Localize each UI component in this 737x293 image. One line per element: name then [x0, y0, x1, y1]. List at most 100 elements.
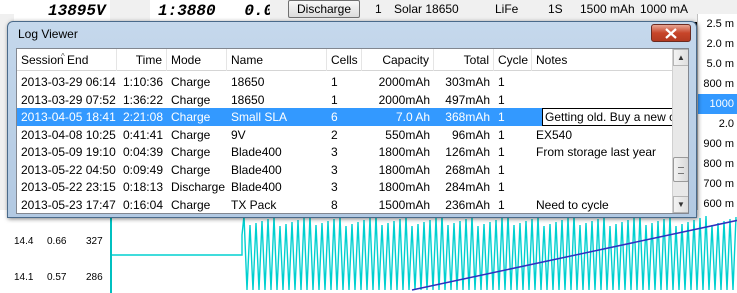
- col-session-end-cell: 2013-05-23 17:47: [21, 197, 116, 212]
- col-cells-cell: 1: [331, 75, 338, 89]
- table-row[interactable]: 2013-04-05 18:41 2:21:08 Charge Small SLA 6 7…: [17, 108, 674, 126]
- title-bar[interactable]: Log Viewer: [8, 22, 696, 47]
- header-time[interactable]: Time: [117, 49, 167, 71]
- log-viewer-dialog: Log Viewer Session End ^ Time Mode Name Cells…: [7, 21, 697, 218]
- table-row[interactable]: 2013-03-29 07:52 1:36:22 Charge 18650 1 2000m…: [17, 91, 674, 109]
- close-button[interactable]: [651, 24, 691, 42]
- current-option[interactable]: 900 m: [698, 134, 737, 154]
- col-cells-cell: 6: [331, 110, 338, 124]
- notes-edit-field[interactable]: Getting old. Buy a new one: [542, 108, 674, 126]
- col-notes-cell: From storage last year: [536, 145, 657, 159]
- table-row[interactable]: 2013-03-29 06:14 1:10:36 Charge 18650 1 2000m…: [17, 73, 674, 91]
- header-label: Capacity: [382, 53, 429, 67]
- col-capacity-cell: 2000mAh: [378, 75, 430, 89]
- header-capacity[interactable]: Capacity: [362, 49, 434, 71]
- col-capacity-cell: 2000mAh: [378, 92, 430, 107]
- profile-name: Solar 18650: [394, 2, 459, 16]
- table-row[interactable]: 2013-05-22 04:50 0:09:49 Charge Blade400 3 18…: [17, 161, 674, 179]
- axis-label-capacity-top: 327: [86, 236, 103, 247]
- col-notes-cell: [532, 178, 674, 196]
- voltage-readout: 13895V: [0, 0, 110, 22]
- col-cells-cell: 3: [331, 145, 338, 159]
- col-capacity-cell: 1800mAh: [378, 145, 430, 159]
- current-list[interactable]: 2.5 m 2.0 m 5.0 m 800 m 1000 m 2.0 900 m 800 m7…: [697, 14, 737, 250]
- header-label: Total: [463, 53, 489, 67]
- col-cycle-cell: 1: [498, 127, 505, 142]
- scroll-thumb[interactable]: [673, 157, 688, 182]
- col-session-end-cell: 2013-05-22 23:15: [21, 180, 116, 194]
- scroll-down-button[interactable]: ▼: [673, 196, 688, 213]
- header-label: Session End: [21, 53, 89, 67]
- col-capacity-cell: 1500mAh: [378, 197, 430, 212]
- col-name-cell: TX Pack: [231, 197, 277, 212]
- header-label: Time: [135, 53, 162, 67]
- current-option[interactable]: 1000 m: [698, 94, 737, 130]
- scroll-up-button[interactable]: ▲: [673, 49, 688, 66]
- header-label: Cycle: [498, 53, 529, 67]
- header-mode[interactable]: Mode: [167, 49, 227, 71]
- graph-axis: 14.4 0.66 327 14.1 0.57 286: [0, 210, 110, 293]
- header-notes[interactable]: Notes: [532, 49, 674, 71]
- col-mode-cell: Charge: [171, 110, 211, 124]
- col-notes-cell: [532, 73, 674, 91]
- col-name-cell: 18650: [231, 92, 265, 107]
- header-total[interactable]: Total: [434, 49, 494, 71]
- table-row[interactable]: 2013-05-23 17:47 0:16:04 Charge TX Pack 8 150…: [17, 196, 674, 214]
- table-row[interactable]: 2013-05-22 23:15 0:18:13 Discharge Blade400…: [17, 178, 674, 196]
- col-session-end-cell: 2013-05-22 04:50: [21, 162, 116, 177]
- profile-chemistry: LiFe: [495, 2, 519, 16]
- col-mode-cell: Charge: [171, 197, 211, 212]
- header-name[interactable]: Name: [227, 49, 327, 71]
- current-option[interactable]: 800 m: [698, 74, 737, 94]
- col-session-end-cell: 2013-03-29 07:52: [21, 92, 116, 107]
- charge-graph: 14.4 0.66 327 14.1 0.57 286: [0, 210, 737, 293]
- col-name-cell: Blade400: [231, 180, 282, 194]
- current-option[interactable]: 800 m: [698, 154, 737, 174]
- col-total-cell: 303mAh: [445, 75, 490, 89]
- header-session-end[interactable]: Session End ^: [17, 49, 117, 71]
- log-list[interactable]: Session End ^ Time Mode Name Cells Capacity Tot…: [16, 48, 689, 214]
- table-row[interactable]: 2013-04-08 10:25 0:41:41 Charge 9V 2 550mAh 96…: [17, 126, 674, 144]
- col-capacity-cell: 1800mAh: [378, 180, 430, 194]
- col-time-cell: 2:21:08: [122, 110, 163, 124]
- col-total-cell: 497mAh: [445, 92, 490, 107]
- col-name-cell: 18650: [231, 75, 265, 89]
- vertical-scrollbar[interactable]: ▲ ▼: [672, 49, 688, 213]
- col-cycle-cell: 1: [498, 92, 505, 107]
- header-cells[interactable]: Cells: [327, 49, 362, 71]
- axis-label-voltage-bottom: 14.1: [14, 272, 34, 283]
- chevron-down-icon: ▼: [677, 200, 685, 209]
- current-option[interactable]: 2.0 m: [698, 34, 737, 54]
- axis-label-voltage-top: 14.4: [14, 236, 34, 247]
- axis-label-capacity-bottom: 286: [86, 272, 103, 283]
- discharge-button[interactable]: Discharge: [288, 0, 360, 18]
- col-mode-cell: Charge: [171, 75, 211, 89]
- profile-current: 1000 mA: [640, 2, 689, 16]
- col-time-cell: 0:18:13: [122, 180, 163, 194]
- sort-ascending-icon: ^: [61, 52, 65, 61]
- col-capacity-cell: 7.0 Ah: [395, 110, 430, 124]
- col-cycle-cell: 1: [498, 197, 505, 212]
- col-time-cell: 0:04:39: [122, 145, 163, 159]
- profile-index: 1: [375, 2, 382, 16]
- col-mode-cell: Discharge: [171, 180, 226, 194]
- current-option[interactable]: 2.0: [698, 114, 737, 134]
- header-cycle[interactable]: Cycle: [494, 49, 532, 71]
- col-mode-cell: Charge: [171, 127, 211, 142]
- col-mode-cell: Charge: [171, 162, 211, 177]
- close-icon: [665, 28, 677, 39]
- header-label: Cells: [331, 53, 358, 67]
- table-row[interactable]: 2013-05-09 19:10 0:04:39 Charge Blade400 3 18…: [17, 143, 674, 161]
- chevron-up-icon: ▲: [677, 53, 685, 62]
- current-option[interactable]: 5.0 m: [698, 54, 737, 74]
- current-option[interactable]: 700 m: [698, 174, 737, 194]
- col-total-cell: 268mAh: [445, 162, 490, 177]
- dialog-title: Log Viewer: [18, 27, 78, 41]
- graph-plot: [110, 210, 737, 293]
- graph-traces: [112, 215, 737, 291]
- column-header-row: Session End ^ Time Mode Name Cells Capacity Tot…: [17, 49, 674, 71]
- col-cycle-cell: 1: [498, 145, 505, 159]
- col-name-cell: Blade400: [231, 162, 282, 177]
- current-option[interactable]: 2.5 m: [698, 14, 737, 34]
- col-total-cell: 96mAh: [451, 127, 490, 142]
